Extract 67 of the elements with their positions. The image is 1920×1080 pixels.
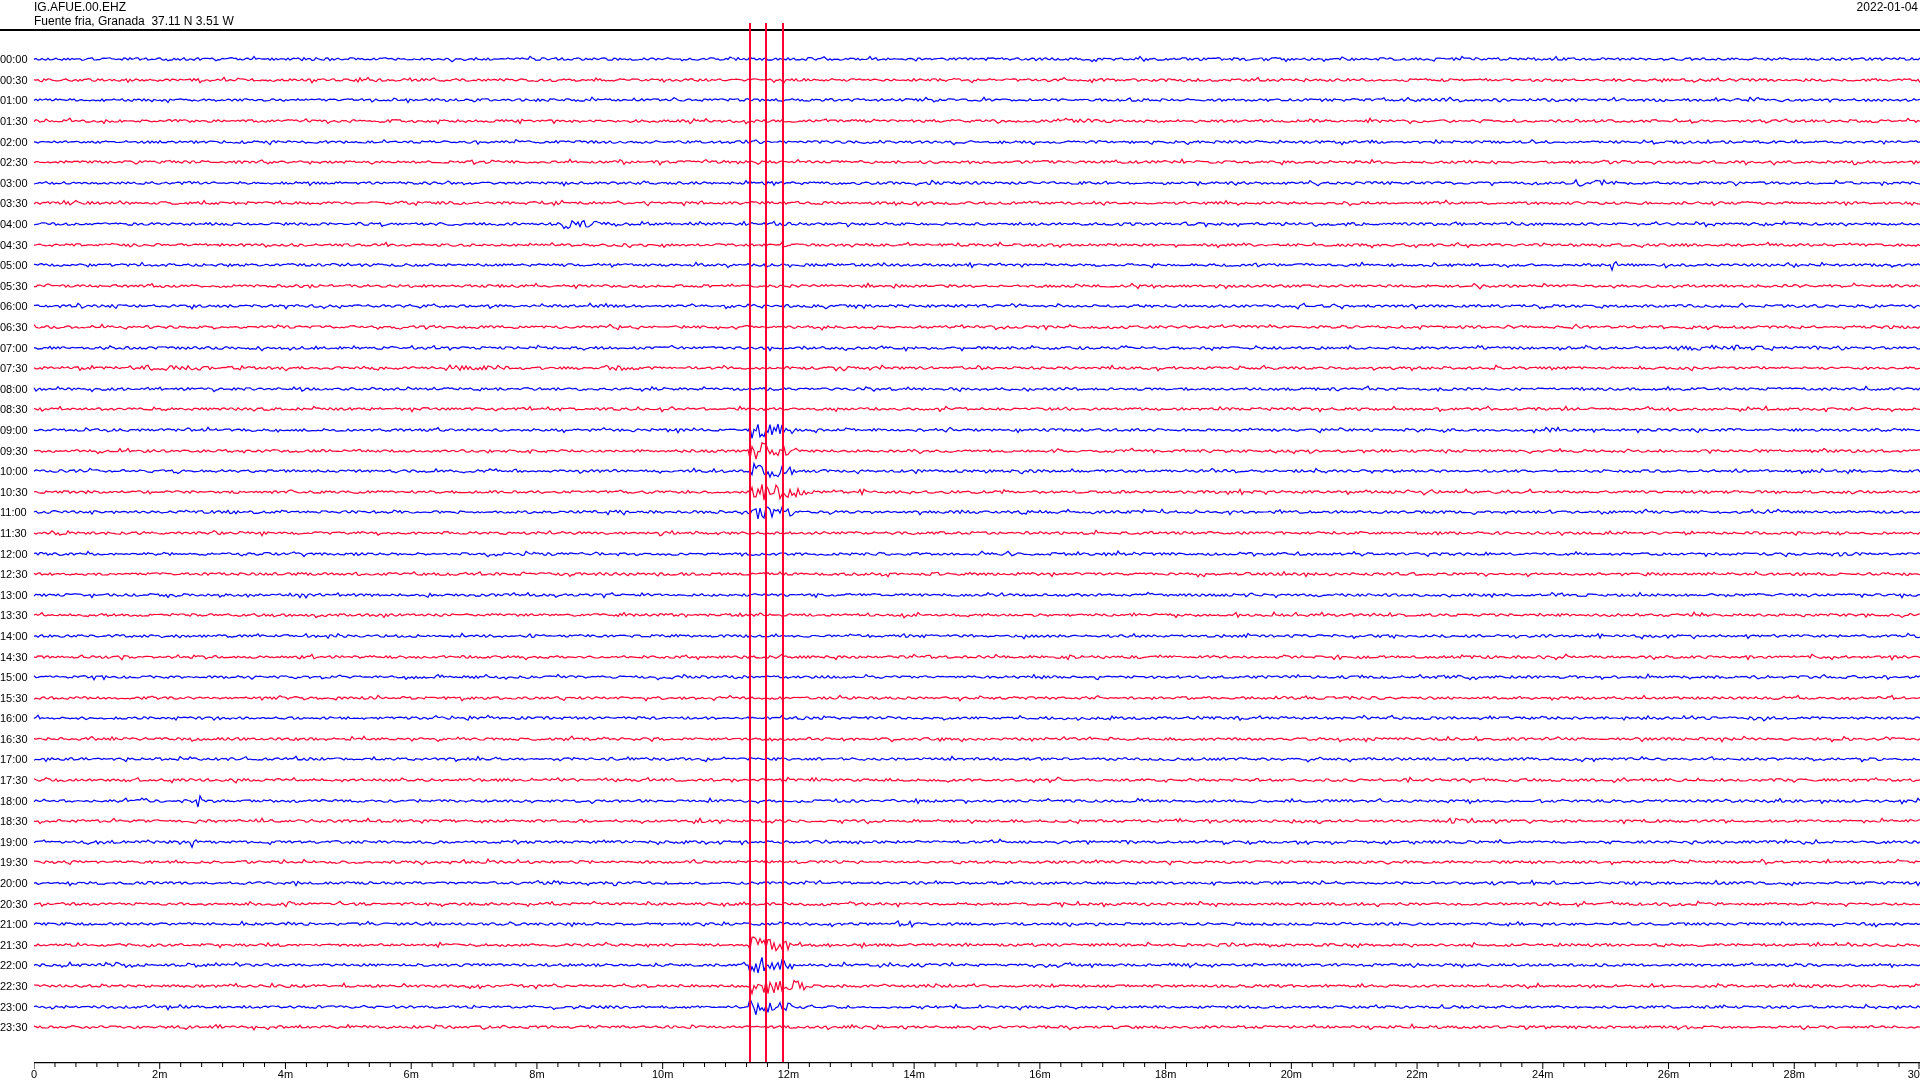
time-label: 08:30	[0, 403, 29, 416]
time-label: 01:30	[0, 115, 29, 128]
time-label: 01:00	[0, 94, 29, 107]
time-label: 18:30	[0, 815, 29, 828]
time-label: 12:30	[0, 568, 29, 581]
time-label: 09:00	[0, 424, 29, 436]
time-label: 10:30	[0, 485, 29, 498]
time-tick-label: 30	[1907, 1069, 1920, 1080]
time-label: 13:00	[0, 588, 29, 601]
time-tick-label: 22m	[1406, 1069, 1428, 1080]
time-label: 10:00	[0, 465, 29, 478]
time-label: 18:00	[0, 794, 29, 807]
time-label: 07:30	[0, 362, 29, 375]
time-tick-label: 14m	[903, 1069, 925, 1080]
time-tick-label: 16m	[1029, 1069, 1051, 1080]
time-label: 04:00	[0, 218, 29, 231]
time-label: 21:00	[0, 918, 29, 931]
time-tick-label: 8m	[529, 1069, 545, 1080]
time-tick-label: 0	[31, 1069, 38, 1080]
time-tick-label: 12m	[777, 1069, 800, 1080]
station-code: IG.AFUE.00.EHZ	[34, 0, 128, 14]
time-label: 15:30	[0, 691, 29, 704]
station-location: Fuente fria, Granada 37.11 N 3.51 W	[34, 14, 234, 28]
time-tick-label: 20m	[1280, 1069, 1303, 1080]
time-label: 19:00	[0, 835, 29, 848]
time-tick-label: 28m	[1783, 1069, 1805, 1080]
time-label: 04:30	[0, 238, 29, 251]
time-label: 00:00	[0, 53, 29, 66]
time-tick-label: 6m	[403, 1069, 419, 1080]
time-tick-label: 26m	[1657, 1069, 1680, 1080]
time-label: 03:30	[0, 197, 29, 210]
time-tick-label: 2m	[152, 1069, 168, 1080]
time-label: 11:30	[0, 526, 28, 539]
time-tick-label: 4m	[277, 1069, 294, 1080]
time-label: 08:00	[0, 382, 29, 395]
time-label: 14:30	[0, 650, 29, 663]
time-label: 11:00	[0, 506, 28, 519]
time-label: 05:00	[0, 259, 29, 272]
time-label: 20:30	[0, 897, 29, 910]
time-label: 15:00	[0, 671, 29, 684]
time-label: 06:00	[0, 300, 29, 313]
time-tick-label: 18m	[1154, 1069, 1177, 1080]
time-tick-label: 24m	[1532, 1069, 1554, 1080]
time-label: 00:30	[0, 73, 29, 86]
time-label: 22:00	[0, 959, 29, 972]
time-label: 07:00	[0, 341, 29, 354]
time-label: 17:00	[0, 753, 29, 766]
time-label: 23:00	[0, 1000, 29, 1013]
time-label: 20:00	[0, 877, 29, 890]
time-label: 16:00	[0, 712, 29, 725]
time-label: 09:30	[0, 444, 29, 457]
time-label: 17:30	[0, 774, 29, 787]
time-tick-label: 10m	[651, 1069, 674, 1080]
time-label: 02:30	[0, 156, 29, 169]
time-label: 21:30	[0, 938, 29, 951]
time-label: 06:30	[0, 321, 29, 333]
time-label: 16:30	[0, 732, 29, 745]
time-label: 03:00	[0, 176, 29, 189]
time-label: 05:30	[0, 279, 29, 292]
time-label: 13:30	[0, 609, 29, 622]
time-label: 02:00	[0, 135, 29, 148]
time-label: 14:00	[0, 629, 29, 642]
time-label: 23:30	[0, 1021, 29, 1034]
time-label: 22:30	[0, 980, 29, 992]
time-label: 12:00	[0, 547, 29, 560]
date-label: 2022-01-04	[1856, 0, 1918, 14]
time-label: 19:30	[0, 856, 29, 869]
